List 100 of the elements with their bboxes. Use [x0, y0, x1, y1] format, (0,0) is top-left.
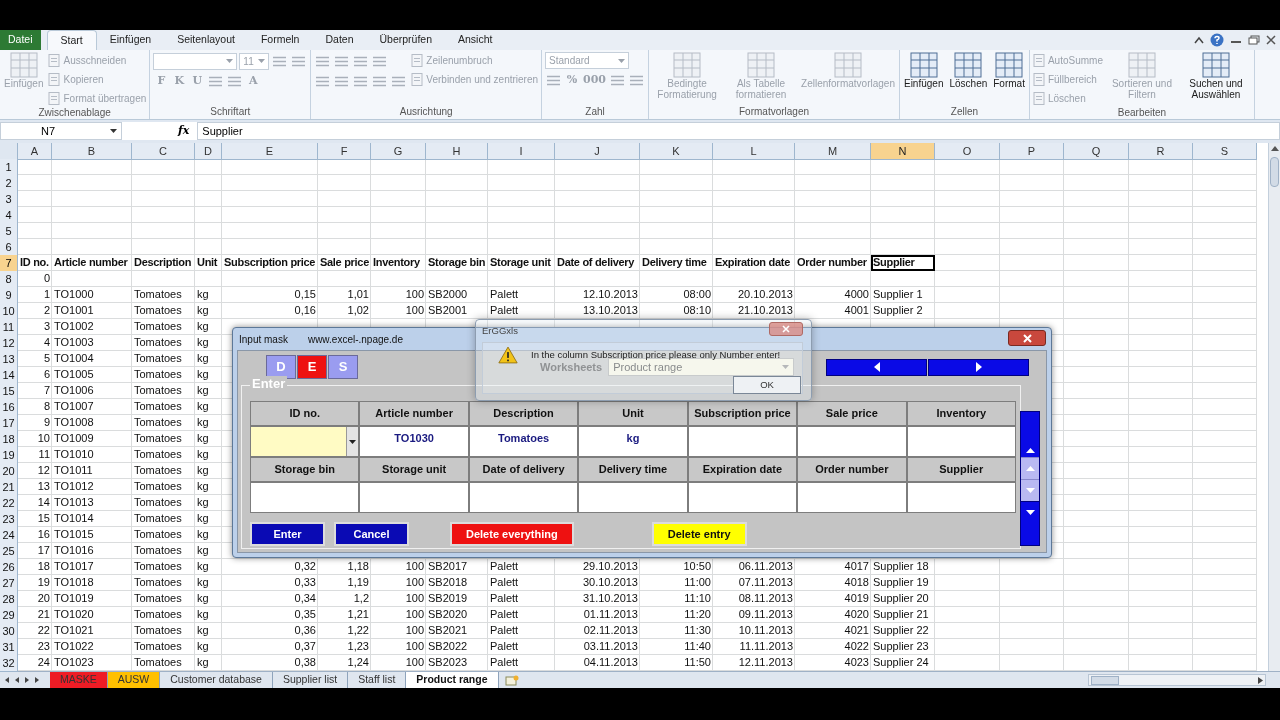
- ok-button[interactable]: OK: [733, 376, 801, 394]
- table-cell[interactable]: Tomatoes: [132, 623, 195, 639]
- input-field[interactable]: [687, 426, 798, 457]
- table-cell[interactable]: SB2021: [426, 623, 488, 639]
- input-field[interactable]: [468, 482, 579, 513]
- table-cell[interactable]: Palett: [488, 591, 555, 607]
- table-cell[interactable]: Tomatoes: [132, 463, 195, 479]
- column-header[interactable]: A: [18, 143, 52, 160]
- table-cell[interactable]: 12: [18, 463, 52, 479]
- table-cell[interactable]: 11:00: [640, 575, 713, 591]
- table-cell[interactable]: kg: [195, 399, 222, 415]
- table-cell[interactable]: 21: [18, 607, 52, 623]
- table-cell[interactable]: kg: [195, 415, 222, 431]
- input-field[interactable]: TO1030: [359, 426, 469, 457]
- table-cell[interactable]: 11:30: [640, 623, 713, 639]
- table-cell[interactable]: 13: [18, 479, 52, 495]
- table-cell[interactable]: TO1001: [52, 303, 132, 319]
- down-arrow-icon[interactable]: [1025, 510, 1035, 515]
- table-cell[interactable]: Palett: [488, 559, 555, 575]
- column-header[interactable]: R: [1129, 143, 1193, 160]
- close-icon[interactable]: [1266, 35, 1276, 45]
- dialog-button[interactable]: Delete everything: [450, 522, 574, 546]
- table-cell[interactable]: TO1020: [52, 607, 132, 623]
- input-field[interactable]: [687, 482, 798, 513]
- combo-field[interactable]: [250, 426, 360, 457]
- language-button[interactable]: E: [297, 355, 327, 379]
- table-cell[interactable]: 23: [18, 639, 52, 655]
- table-cell[interactable]: 4018: [795, 575, 871, 591]
- column-header[interactable]: E: [222, 143, 318, 160]
- sheet-tab[interactable]: Supplier list: [272, 672, 349, 688]
- table-cell[interactable]: TO1017: [52, 559, 132, 575]
- column-header[interactable]: L: [713, 143, 795, 160]
- table-cell[interactable]: Tomatoes: [132, 287, 195, 303]
- table-cell[interactable]: Supplier 1: [871, 287, 935, 303]
- table-cell[interactable]: SB2001: [426, 303, 488, 319]
- table-cell[interactable]: 15: [18, 511, 52, 527]
- column-header[interactable]: M: [795, 143, 871, 160]
- table-cell[interactable]: Tomatoes: [132, 319, 195, 335]
- table-cell[interactable]: 02.11.2013: [555, 623, 640, 639]
- column-header[interactable]: D: [195, 143, 222, 160]
- table-cell[interactable]: kg: [195, 623, 222, 639]
- table-cell[interactable]: 09.11.2013: [713, 607, 795, 623]
- file-tab[interactable]: Datei: [0, 30, 41, 50]
- table-cell[interactable]: 2: [18, 303, 52, 319]
- column-header[interactable]: O: [935, 143, 1000, 160]
- table-cell[interactable]: 0,38: [222, 655, 318, 671]
- table-cell[interactable]: 0: [18, 271, 52, 287]
- column-header[interactable]: H: [426, 143, 488, 160]
- sheet-tab[interactable]: AUSW: [107, 672, 161, 688]
- table-cell[interactable]: SB2023: [426, 655, 488, 671]
- table-cell[interactable]: Tomatoes: [132, 527, 195, 543]
- table-cell[interactable]: 04.11.2013: [555, 655, 640, 671]
- table-cell[interactable]: Supplier 2: [871, 303, 935, 319]
- table-cell[interactable]: 13.10.2013: [555, 303, 640, 319]
- table-cell[interactable]: kg: [195, 527, 222, 543]
- table-cell[interactable]: 22: [18, 623, 52, 639]
- table-cell[interactable]: TO1011: [52, 463, 132, 479]
- table-cell[interactable]: TO1016: [52, 543, 132, 559]
- table-cell[interactable]: 4017: [795, 559, 871, 575]
- input-field[interactable]: [250, 482, 360, 513]
- table-cell[interactable]: 4000: [795, 287, 871, 303]
- formula-input[interactable]: Supplier: [197, 122, 1280, 140]
- table-cell[interactable]: 4: [18, 335, 52, 351]
- table-cell[interactable]: Palett: [488, 575, 555, 591]
- table-cell[interactable]: Storage bin: [426, 255, 488, 271]
- table-cell[interactable]: Palett: [488, 639, 555, 655]
- table-cell[interactable]: kg: [195, 447, 222, 463]
- table-cell[interactable]: kg: [195, 383, 222, 399]
- table-cell[interactable]: 0,16: [222, 303, 318, 319]
- spin-control[interactable]: [1020, 411, 1040, 546]
- table-cell[interactable]: 100: [371, 639, 426, 655]
- table-cell[interactable]: Palett: [488, 607, 555, 623]
- table-cell[interactable]: SB2019: [426, 591, 488, 607]
- table-cell[interactable]: Tomatoes: [132, 495, 195, 511]
- table-cell[interactable]: kg: [195, 351, 222, 367]
- table-cell[interactable]: 10: [18, 431, 52, 447]
- table-cell[interactable]: Supplier: [871, 255, 935, 271]
- table-cell[interactable]: 1,23: [318, 639, 371, 655]
- table-cell[interactable]: 21.10.2013: [713, 303, 795, 319]
- table-cell[interactable]: TO1015: [52, 527, 132, 543]
- right-arrow-icon[interactable]: [1258, 676, 1263, 684]
- table-cell[interactable]: 1,18: [318, 559, 371, 575]
- table-cell[interactable]: 30.10.2013: [555, 575, 640, 591]
- table-cell[interactable]: 4001: [795, 303, 871, 319]
- table-cell[interactable]: Supplier 22: [871, 623, 935, 639]
- table-cell[interactable]: TO1018: [52, 575, 132, 591]
- table-cell[interactable]: 01.11.2013: [555, 607, 640, 623]
- table-cell[interactable]: 0,15: [222, 287, 318, 303]
- table-cell[interactable]: TO1013: [52, 495, 132, 511]
- table-cell[interactable]: 4019: [795, 591, 871, 607]
- name-box[interactable]: N7: [0, 122, 122, 140]
- table-cell[interactable]: SB2000: [426, 287, 488, 303]
- table-cell[interactable]: Storage unit: [488, 255, 555, 271]
- table-cell[interactable]: 4020: [795, 607, 871, 623]
- input-field[interactable]: Tomatoes: [468, 426, 579, 457]
- table-cell[interactable]: SB2020: [426, 607, 488, 623]
- table-cell[interactable]: TO1019: [52, 591, 132, 607]
- input-field[interactable]: [797, 482, 907, 513]
- close-button[interactable]: [1008, 330, 1046, 346]
- table-cell[interactable]: Tomatoes: [132, 399, 195, 415]
